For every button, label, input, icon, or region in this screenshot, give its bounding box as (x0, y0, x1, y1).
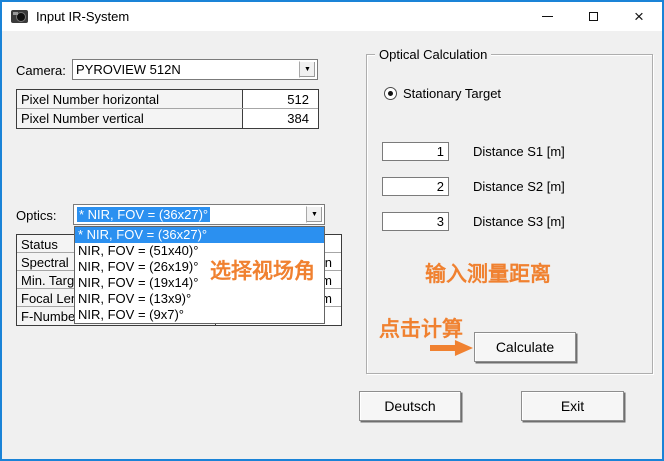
pixel-vertical-label: Pixel Number vertical (17, 109, 243, 128)
deutsch-button[interactable]: Deutsch (359, 391, 461, 421)
chevron-down-icon: ▼ (311, 211, 318, 218)
window-title: Input IR-System (36, 9, 129, 24)
distance-s2-input[interactable] (382, 177, 449, 196)
camera-combobox-value: PYROVIEW 512N (76, 62, 181, 77)
optical-calculation-title: Optical Calculation (375, 47, 491, 62)
close-icon: × (634, 8, 644, 25)
distance-s1-label: Distance S1 [m] (473, 144, 565, 159)
pixel-horizontal-value: 512 (243, 90, 318, 108)
camera-label: Camera: (16, 63, 66, 78)
camera-combobox-arrow[interactable]: ▼ (299, 61, 316, 78)
optics-combobox-value: * NIR, FOV = (36x27)° (77, 207, 210, 222)
table-row: Pixel Number vertical 384 (17, 109, 318, 128)
titlebar: Input IR-System × (2, 2, 662, 31)
close-button[interactable]: × (616, 2, 662, 31)
annotation-enter-distance: 输入测量距离 (425, 258, 551, 288)
distance-s1-input[interactable] (382, 142, 449, 161)
optics-option-1[interactable]: * NIR, FOV = (36x27)° (75, 227, 324, 243)
maximize-button[interactable] (570, 2, 616, 31)
camera-combobox[interactable]: PYROVIEW 512N ▼ (72, 59, 318, 80)
minimize-icon (542, 16, 553, 17)
distance-s3-input[interactable] (382, 212, 449, 231)
annotation-click-calculate: 点击计算 (379, 313, 463, 343)
optics-option-5[interactable]: NIR, FOV = (13x9)° (75, 291, 324, 307)
pixel-horizontal-label: Pixel Number horizontal (17, 90, 243, 108)
stationary-target-label: Stationary Target (403, 86, 501, 101)
minimize-button[interactable] (524, 2, 570, 31)
table-row: Pixel Number horizontal 512 (17, 90, 318, 109)
pixel-vertical-value: 384 (243, 109, 318, 128)
chevron-down-icon: ▼ (304, 66, 311, 73)
distance-s2-label: Distance S2 [m] (473, 179, 565, 194)
exit-button[interactable]: Exit (521, 391, 624, 421)
maximize-icon (589, 12, 598, 21)
optics-combobox[interactable]: * NIR, FOV = (36x27)° ▼ (73, 204, 325, 225)
annotation-select-fov: 选择视场角 (210, 255, 315, 285)
input-ir-system-window: Input IR-System × Camera: PYROVIEW 512N … (0, 0, 664, 461)
stationary-target-radio[interactable] (384, 87, 397, 100)
calculate-button[interactable]: Calculate (474, 332, 576, 362)
distance-s3-label: Distance S3 [m] (473, 214, 565, 229)
optics-label: Optics: (16, 208, 56, 223)
camera-app-icon (11, 10, 28, 23)
optics-option-6[interactable]: NIR, FOV = (9x7)° (75, 307, 324, 323)
optics-combobox-arrow[interactable]: ▼ (306, 206, 323, 223)
pixel-number-table: Pixel Number horizontal 512 Pixel Number… (16, 89, 319, 129)
